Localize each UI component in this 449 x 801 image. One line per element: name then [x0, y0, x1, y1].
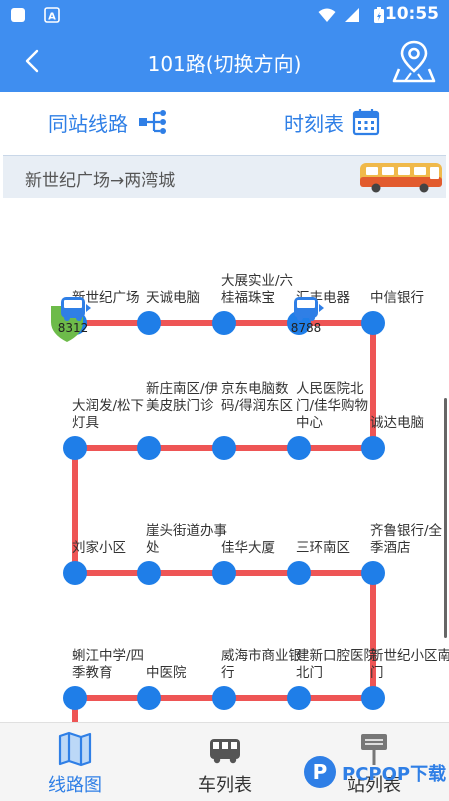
nav-route-map[interactable]: 线路图	[0, 723, 150, 801]
stop-label[interactable]: 中医院	[146, 665, 228, 682]
timetable-button[interactable]: 时刻表	[284, 104, 380, 140]
stop-label[interactable]: 佳华大厦	[221, 540, 303, 557]
stop-label[interactable]: 诚达电脑	[370, 415, 449, 432]
stop-dot[interactable]	[361, 436, 385, 460]
branch-lines-icon	[139, 110, 166, 134]
stop-dot[interactable]	[361, 686, 385, 710]
bus-icon	[294, 297, 324, 321]
stop-dot[interactable]	[212, 561, 236, 585]
stop-dot[interactable]	[137, 686, 161, 710]
map-location-icon[interactable]	[391, 38, 437, 84]
stop-label[interactable]: 刘家小区	[72, 540, 154, 557]
clock: 10:55	[384, 4, 439, 24]
svg-text:P: P	[313, 760, 328, 784]
stop-dot[interactable]	[287, 436, 311, 460]
status-bar: A 10:55	[0, 0, 449, 30]
stop-dot[interactable]	[361, 311, 385, 335]
stop-dot[interactable]	[63, 686, 87, 710]
stop-label[interactable]: 新庄南区/伊美皮肤门诊	[146, 381, 228, 415]
pcpop-watermark-logo: P PCPOP下载	[304, 756, 446, 788]
signal-icon	[345, 8, 359, 22]
stop-dot[interactable]	[212, 686, 236, 710]
nav-bus-list[interactable]: 车列表	[150, 723, 300, 801]
battery-icon	[374, 7, 384, 23]
page-title[interactable]: 101路(切换方向)	[0, 48, 449, 77]
stop-dot[interactable]	[137, 436, 161, 460]
stop-dot[interactable]	[361, 561, 385, 585]
stop-label[interactable]: 齐鲁银行/全季酒店	[370, 523, 449, 557]
stop-label[interactable]: 大润发/松下灯具	[72, 398, 154, 432]
stop-dot[interactable]	[137, 311, 161, 335]
direction-text: 新世纪广场→两湾城	[25, 171, 176, 191]
svg-text:PCPOP下载: PCPOP下载	[342, 763, 446, 785]
bus-icon	[61, 297, 91, 321]
stop-dot[interactable]	[287, 686, 311, 710]
calendar-icon	[352, 109, 380, 136]
map-book-icon	[58, 731, 92, 767]
same-station-lines-button[interactable]: 同站线路	[48, 104, 168, 140]
stop-label[interactable]: 人民医院北门/佳华购物中心	[296, 381, 378, 432]
stop-label[interactable]: 中信银行	[370, 290, 449, 307]
stop-dot[interactable]	[212, 311, 236, 335]
direction-bar: 新世纪广场→两湾城	[3, 155, 446, 198]
stop-label[interactable]: 威海市商业银行	[221, 648, 303, 682]
secondary-tabs: 同站线路 时刻表	[0, 92, 449, 152]
bus-marker[interactable]: 8788	[286, 296, 326, 340]
stop-label[interactable]: 三环南区	[296, 540, 378, 557]
stop-label[interactable]: 蜊江中学/四季教育	[72, 648, 154, 682]
notification-square-icon	[11, 8, 25, 22]
wifi-icon	[318, 8, 336, 22]
app-a-icon: A	[44, 7, 60, 23]
bus-plate: 8788	[290, 321, 322, 335]
stop-label[interactable]: 京东电脑数码/得润东区	[221, 381, 303, 415]
stop-label[interactable]: 天诚电脑	[146, 290, 228, 307]
svg-text:A: A	[48, 12, 56, 23]
bus-front-icon	[210, 739, 240, 764]
stop-dot[interactable]	[63, 436, 87, 460]
bus-illustration-icon	[360, 163, 442, 193]
bus-plate: 8312	[57, 321, 89, 335]
bus-marker[interactable]: 8312	[53, 296, 93, 340]
route-map[interactable]: 新世纪广场 天诚电脑 大展实业/六桂福珠宝 汇丰电器 中信银行 诚达电脑 人民医院北门/佳华…	[0, 198, 449, 722]
app-bar: 101路(切换方向)	[0, 30, 449, 92]
stop-label[interactable]: 建新口腔医院北门	[296, 648, 378, 682]
stop-label[interactable]: 崖头街道办事处	[146, 523, 228, 557]
stop-label[interactable]: 新世纪小区南门	[370, 648, 449, 682]
scrollbar-thumb[interactable]	[444, 398, 447, 638]
stop-dot[interactable]	[63, 561, 87, 585]
stop-dot[interactable]	[137, 561, 161, 585]
stop-dot[interactable]	[212, 436, 236, 460]
stop-dot[interactable]	[287, 561, 311, 585]
